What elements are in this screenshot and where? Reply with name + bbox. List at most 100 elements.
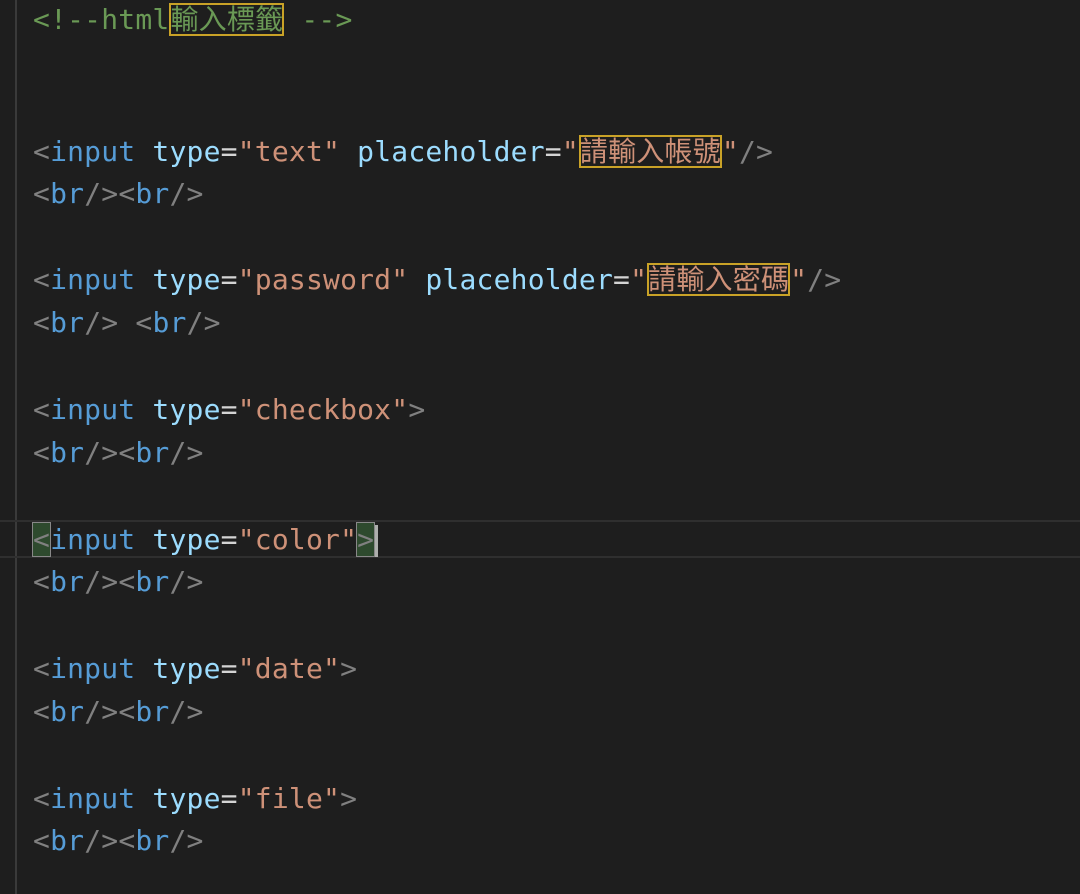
quote: "	[237, 523, 255, 556]
code-line-br[interactable]: <br/><br/>	[33, 563, 204, 601]
attr-eq: =	[220, 135, 238, 168]
code-line-br[interactable]: <br/><br/>	[33, 434, 204, 472]
placeholder-value-highlight: 請輸入帳號	[578, 135, 722, 168]
tag-close: />	[84, 695, 119, 728]
code-line-input-checkbox[interactable]: <input type="checkbox">	[33, 391, 425, 429]
quote: "	[721, 135, 739, 168]
tag-name: input	[50, 135, 136, 168]
tag-close: />	[169, 695, 204, 728]
tag-open: <	[33, 306, 51, 339]
attr-eq: =	[220, 263, 238, 296]
tag-close: />	[807, 263, 842, 296]
attr-eq: =	[220, 523, 238, 556]
attr-eq: =	[220, 652, 238, 685]
code-line-br[interactable]: <br/><br/>	[33, 693, 204, 731]
attr-name: type	[152, 393, 221, 426]
tag-open: <	[33, 436, 51, 469]
attr-value: text	[254, 135, 324, 168]
tag-open: <	[118, 565, 136, 598]
attr-name-placeholder: placeholder	[425, 263, 614, 296]
tag-close: />	[186, 306, 221, 339]
tag-open: <	[33, 565, 51, 598]
tag-name: br	[50, 436, 85, 469]
attr-value: checkbox	[254, 393, 392, 426]
tag-open: <	[33, 782, 51, 815]
indent-guide	[15, 0, 17, 894]
attr-value: file	[254, 782, 324, 815]
tag-name: br	[50, 695, 85, 728]
tag-close: />	[169, 565, 204, 598]
attr-name: type	[152, 523, 221, 556]
tag-close: >	[408, 393, 426, 426]
tag-close: />	[84, 565, 119, 598]
tag-name: input	[50, 523, 136, 556]
quote: "	[391, 393, 409, 426]
attr-eq: =	[544, 135, 562, 168]
tag-open: <	[33, 263, 51, 296]
attr-name: type	[152, 263, 221, 296]
code-line-comment[interactable]: <!--html輸入標籤 -->	[33, 1, 353, 39]
tag-open: <	[33, 695, 51, 728]
tag-name: br	[50, 824, 85, 857]
code-line-input-text[interactable]: <input type="text" placeholder="請輸入帳號"/>	[33, 133, 773, 171]
comment-end: -->	[284, 3, 353, 36]
tag-close: />	[169, 824, 204, 857]
tag-close: />	[84, 824, 119, 857]
quote: "	[237, 263, 255, 296]
quote: "	[323, 652, 341, 685]
attr-eq: =	[220, 782, 238, 815]
text-cursor	[375, 525, 379, 557]
tag-close: />	[169, 436, 204, 469]
attr-name: type	[152, 782, 221, 815]
tag-name: input	[50, 652, 136, 685]
quote: "	[237, 782, 255, 815]
quote: "	[340, 523, 358, 556]
code-line-input-file[interactable]: <input type="file">	[33, 780, 357, 818]
code-line-input-password[interactable]: <input type="password" placeholder="請輸入密…	[33, 261, 841, 299]
quote: "	[323, 135, 341, 168]
code-line-br[interactable]: <br/> <br/>	[33, 304, 221, 342]
quote: "	[630, 263, 648, 296]
tag-open: <	[33, 177, 51, 210]
quote: "	[237, 652, 255, 685]
attr-value: password	[254, 263, 392, 296]
tag-close: >	[340, 782, 358, 815]
attr-name: type	[152, 135, 221, 168]
tag-open: <	[118, 695, 136, 728]
quote: "	[237, 393, 255, 426]
quote: "	[237, 135, 255, 168]
tag-name: input	[50, 782, 136, 815]
tag-close: />	[169, 177, 204, 210]
attr-name-placeholder: placeholder	[357, 135, 545, 168]
tag-open: <	[118, 436, 136, 469]
tag-name: br	[135, 695, 170, 728]
tag-name: input	[50, 393, 136, 426]
tag-close: />	[84, 306, 136, 339]
quote: "	[790, 263, 808, 296]
tag-open: <	[135, 306, 153, 339]
tag-name: br	[152, 306, 187, 339]
tag-close: >	[340, 652, 358, 685]
quote: "	[391, 263, 409, 296]
tag-open: <	[118, 177, 136, 210]
tag-close: />	[84, 177, 119, 210]
tag-open: <	[33, 135, 51, 168]
code-line-input-color[interactable]: <input type="color">	[31, 521, 379, 559]
tag-name: br	[135, 177, 170, 210]
tag-name: br	[50, 565, 85, 598]
comment-start: <!--html	[33, 3, 170, 36]
quote: "	[561, 135, 579, 168]
attr-value: color	[254, 523, 341, 556]
attr-value: date	[254, 652, 324, 685]
bracket-match-close: >	[356, 522, 376, 557]
tag-close: />	[738, 135, 774, 168]
bracket-match-open: <	[31, 522, 52, 557]
tag-name: br	[50, 177, 85, 210]
code-line-br[interactable]: <br/><br/>	[33, 175, 204, 213]
tag-name: br	[135, 824, 170, 857]
code-line-input-date[interactable]: <input type="date">	[33, 650, 357, 688]
attr-eq: =	[613, 263, 631, 296]
tag-open: <	[33, 824, 51, 857]
attr-name: type	[152, 652, 221, 685]
code-line-br[interactable]: <br/><br/>	[33, 822, 204, 860]
